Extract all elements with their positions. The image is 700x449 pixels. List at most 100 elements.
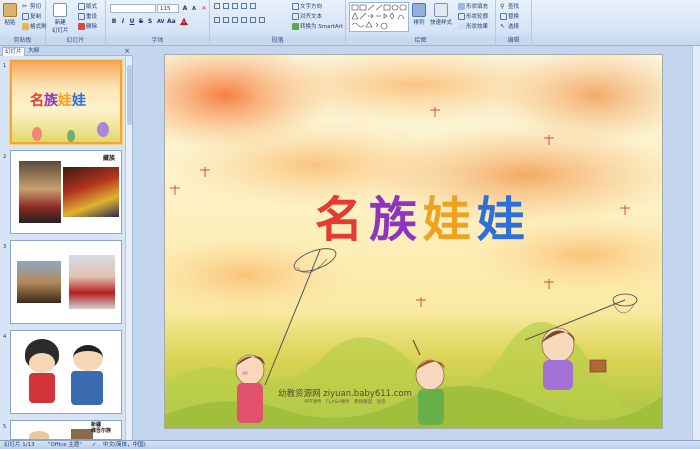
cartoon-girl-face: [29, 353, 55, 373]
paste-button[interactable]: 粘贴: [3, 3, 17, 26]
clipboard-group: 粘贴 ✂ 剪切 复制 格式刷 剪贴板: [0, 0, 47, 46]
pane-scrollbar[interactable]: [125, 57, 132, 440]
justify-icon[interactable]: [241, 17, 247, 23]
pen-icon: [458, 12, 465, 20]
format-painter-button[interactable]: 格式刷: [22, 22, 47, 30]
text-direction-button[interactable]: 文字方向: [292, 2, 322, 10]
tab-slides[interactable]: 幻灯片: [2, 47, 25, 56]
watermark-text: 幼教资源网 ziyuan.baby611.com: [278, 389, 412, 399]
thumbnail-title: 名族娃娃: [30, 93, 86, 109]
columns-icon[interactable]: [259, 17, 265, 23]
cartoon-boy-face: [73, 345, 103, 371]
numbering-icon[interactable]: [223, 3, 229, 9]
arrange-button[interactable]: 排列: [412, 3, 426, 26]
font-size-combo[interactable]: 115: [157, 4, 179, 13]
effects-icon: [458, 22, 465, 30]
slide-number: 5: [3, 424, 7, 430]
paragraph-group: 文字方向 对齐文本 转换为 SmartArt 段落: [210, 0, 346, 46]
scroll-thumb[interactable]: [127, 65, 132, 125]
change-case-icon[interactable]: Aa: [166, 17, 176, 25]
font-color-icon[interactable]: A: [180, 17, 188, 25]
current-slide[interactable]: 名 族 娃 娃 幼教资源网 ziyuan.baby611.com PPT课件 F…: [164, 54, 663, 429]
list-buttons[interactable]: [213, 2, 257, 10]
editor-scrollbar[interactable]: [692, 46, 700, 440]
increase-indent-icon[interactable]: [241, 3, 247, 9]
quick-styles-button[interactable]: 快速样式: [430, 3, 452, 26]
slide-number: 1: [3, 63, 7, 69]
align-text-icon: [292, 12, 299, 20]
smartart-icon: [292, 22, 299, 30]
slides-pane: 幻灯片 大纲 × 1 名族娃娃 2 藏族 3 4 5 新疆 维吾尔族: [0, 46, 133, 440]
slide-thumbnail-5[interactable]: 新疆 维吾尔族: [10, 420, 122, 440]
text-direction-icon: [292, 2, 299, 10]
align-right-icon[interactable]: [232, 17, 238, 23]
smartart-button[interactable]: 转换为 SmartArt: [292, 22, 343, 30]
slide-counter: 幻灯片 1/13: [4, 442, 35, 448]
title-char: 名: [314, 192, 363, 248]
align-left-icon[interactable]: [214, 17, 220, 23]
tab-outline[interactable]: 大纲: [26, 47, 41, 56]
title-char: 娃: [423, 192, 472, 248]
replace-button[interactable]: 替换: [500, 12, 519, 20]
slide-number: 4: [3, 334, 7, 340]
reset-button[interactable]: 重设: [78, 12, 97, 20]
underline-icon[interactable]: U: [128, 17, 136, 25]
slides-label: 幻灯片: [46, 37, 105, 45]
language-indicator[interactable]: 中文(简体，中国): [103, 441, 146, 449]
dance-photo: [63, 167, 119, 217]
cut-button[interactable]: ✂ 剪切: [22, 2, 41, 11]
char-spacing-icon[interactable]: AV: [156, 17, 164, 25]
new-slide-icon: [53, 3, 68, 17]
distribute-icon[interactable]: [250, 17, 256, 23]
copy-button[interactable]: 复制: [22, 12, 41, 20]
shape-effects-button[interactable]: 形状效果: [458, 22, 488, 30]
strikethrough-icon[interactable]: S: [137, 17, 145, 25]
bold-icon[interactable]: B: [110, 17, 118, 25]
shape-outline-button[interactable]: 形状轮廓: [458, 12, 488, 20]
shape-fill-button[interactable]: 形状填充: [458, 2, 488, 10]
close-icon[interactable]: ×: [124, 47, 130, 55]
italic-icon[interactable]: I: [119, 17, 127, 25]
layout-button[interactable]: 版式: [78, 2, 97, 10]
slide-number: 3: [3, 244, 7, 250]
thumbnail-caption: 新疆 维吾尔族: [90, 422, 111, 434]
decrease-indent-icon[interactable]: [232, 3, 238, 9]
pane-tabs: 幻灯片 大纲 ×: [0, 46, 133, 56]
child-figure: [67, 130, 75, 142]
child-left: [235, 354, 265, 423]
shadow-icon[interactable]: S: [146, 17, 154, 25]
layout-icon: [78, 2, 85, 10]
reset-icon: [78, 12, 85, 20]
select-button[interactable]: ↖ 选择: [500, 22, 519, 31]
editing-group: ⚲ 查找 替换 ↖ 选择 编辑: [496, 0, 532, 46]
clipboard-label: 剪贴板: [0, 37, 45, 45]
slide-thumbnail-4[interactable]: [10, 330, 122, 414]
find-button[interactable]: ⚲ 查找: [500, 2, 519, 11]
shrink-font-icon[interactable]: A: [190, 4, 198, 12]
align-text-button[interactable]: 对齐文本: [292, 12, 322, 20]
align-center-icon[interactable]: [223, 17, 229, 23]
shapes-gallery[interactable]: [349, 2, 409, 32]
font-group: 115 A A ✕ B I U S S AV Aa A 字体: [106, 0, 210, 46]
cartoon-girl-body: [29, 373, 55, 403]
delete-button[interactable]: 删除: [78, 22, 97, 30]
arrange-icon: [412, 3, 426, 17]
paste-icon: [3, 3, 17, 17]
line-spacing-icon[interactable]: [250, 3, 256, 9]
rider-photo: [69, 255, 115, 309]
slide-thumbnail-1[interactable]: 名族娃娃: [10, 60, 122, 144]
bullets-icon[interactable]: [214, 3, 220, 9]
clear-format-icon[interactable]: ✕: [200, 4, 208, 12]
slide-thumbnail-2[interactable]: 藏族: [10, 150, 122, 234]
cursor-icon: ↖: [500, 22, 506, 30]
spell-check-icon[interactable]: ✓: [92, 441, 97, 449]
font-name-combo[interactable]: [110, 4, 156, 13]
horseman-photo: [17, 261, 61, 303]
slide-thumbnail-3[interactable]: [10, 240, 122, 324]
slide-title[interactable]: 名 族 娃 娃: [260, 190, 580, 250]
drawing-group: 排列 快速样式 形状填充 形状轮廓 形状效果 绘图: [346, 0, 496, 46]
new-slide-button[interactable]: 新建 幻灯片: [52, 3, 69, 34]
grow-font-icon[interactable]: A: [181, 4, 189, 12]
align-buttons[interactable]: [213, 16, 266, 24]
title-char: 娃: [477, 192, 526, 248]
